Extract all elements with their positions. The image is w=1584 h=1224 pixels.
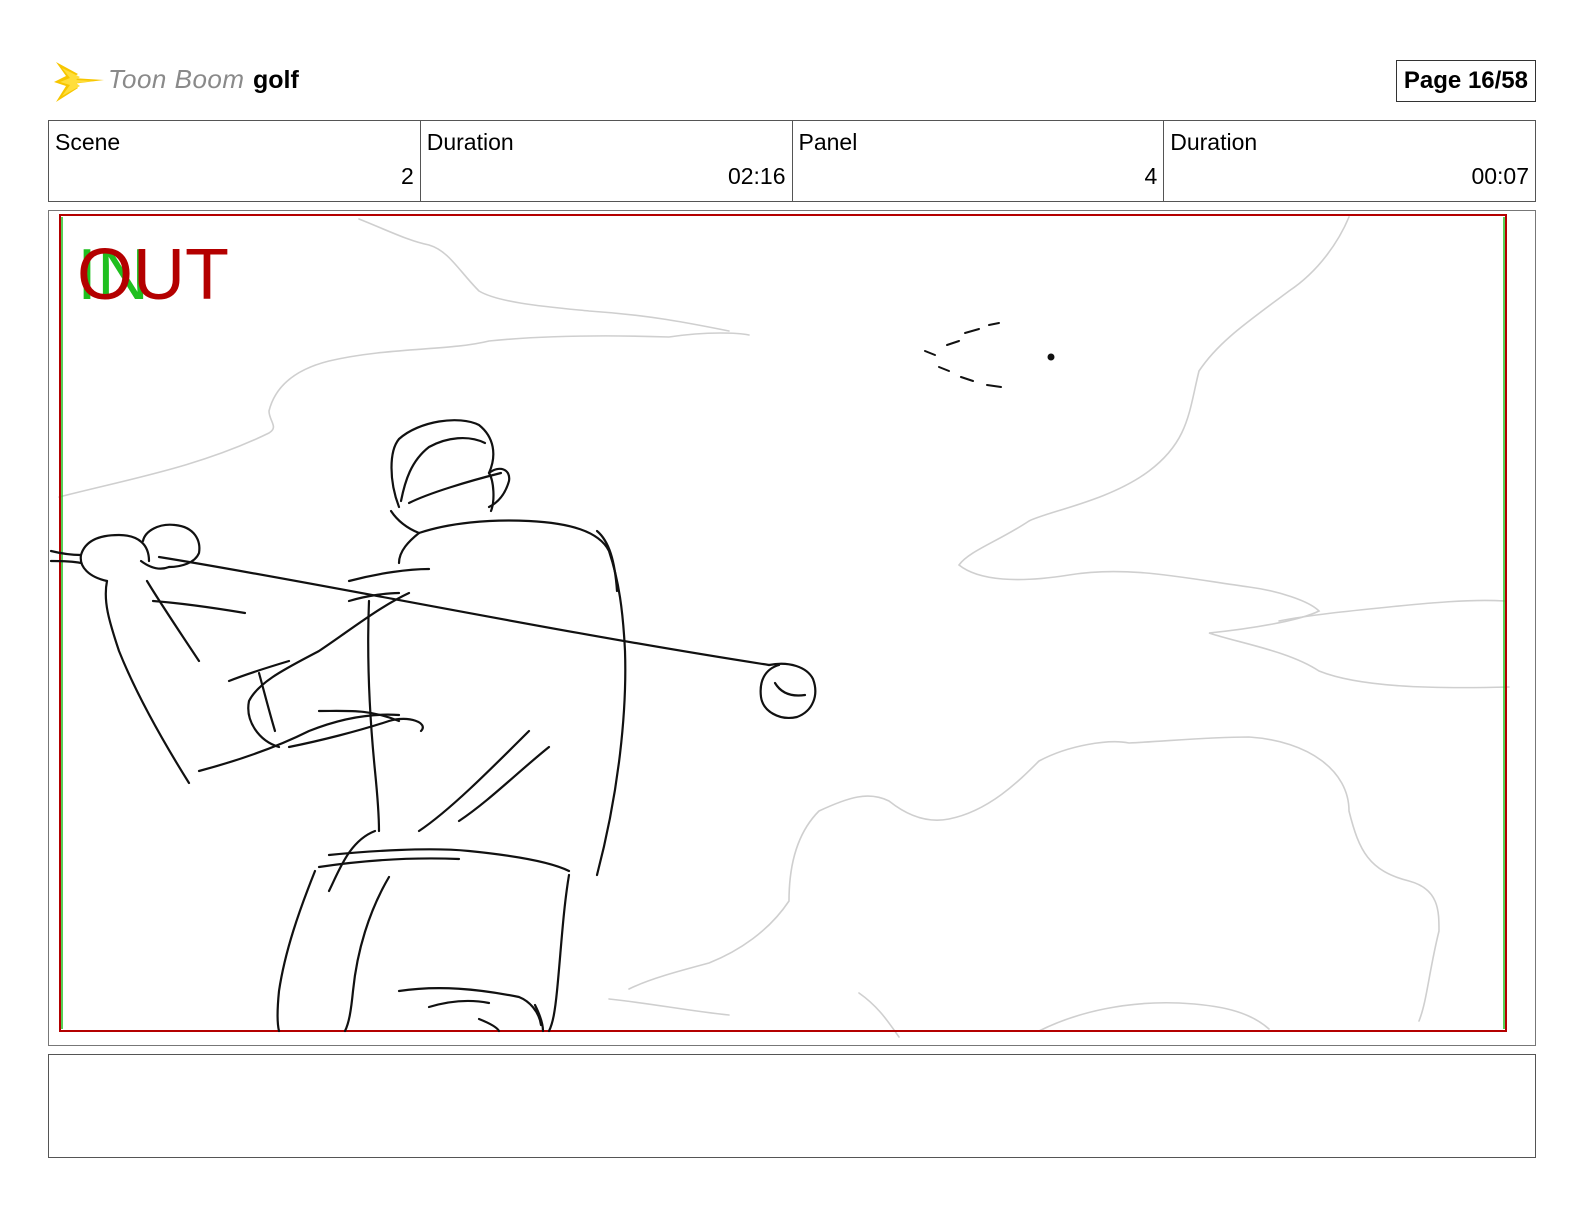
scene-info-table: Scene 2 Duration 02:16 Panel 4 Duration … — [48, 120, 1536, 202]
scene-duration-value: 02:16 — [727, 163, 786, 189]
panel-value: 4 — [1144, 163, 1158, 189]
cloud-line — [58, 332, 750, 498]
golf-ball — [1047, 353, 1055, 361]
cloud-line — [957, 216, 1510, 689]
panel-label: Panel — [798, 129, 858, 155]
cloud-line — [1038, 1001, 1270, 1032]
panel-cell: Panel 4 — [793, 121, 1165, 201]
logo-text: Toon Boom — [108, 64, 245, 94]
notes-box — [48, 1054, 1536, 1158]
scene-duration-cell: Duration 02:16 — [421, 121, 793, 201]
panel-duration-cell: Duration 00:07 — [1164, 121, 1535, 201]
starburst-icon — [54, 62, 104, 102]
panel-duration-label: Duration — [1170, 129, 1258, 155]
cloud-line — [1278, 599, 1506, 622]
page-indicator: Page 16/58 — [1395, 60, 1536, 102]
cloud-line — [608, 998, 730, 1016]
scene-duration-label: Duration — [426, 129, 514, 155]
scene-value: 2 — [400, 163, 414, 189]
ball-trail — [924, 322, 1055, 388]
storyboard-panel: IN OUT — [48, 210, 1536, 1046]
cloud-line — [358, 218, 730, 332]
panel-drawing — [49, 214, 1510, 1038]
toon-boom-logo: Toon Boom — [52, 56, 252, 106]
golfer-sketch — [49, 419, 817, 1033]
panel-duration-value: 00:07 — [1471, 163, 1529, 189]
project-name: golf — [253, 66, 299, 94]
out-marker: OUT — [77, 235, 229, 315]
scene-cell: Scene 2 — [49, 121, 421, 201]
scene-label: Scene — [55, 129, 121, 155]
page-header: Toon Boom golf Page 16/58 — [48, 52, 1536, 108]
cloud-line — [628, 736, 1440, 1022]
